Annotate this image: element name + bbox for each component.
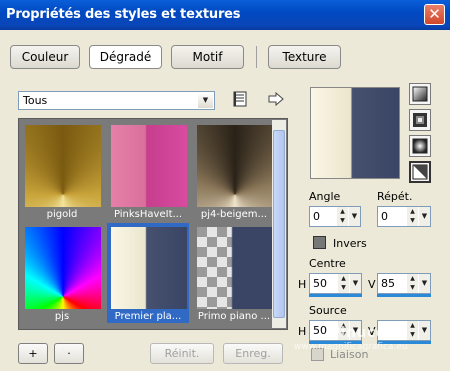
title-bar: Propriétés des styles et textures ✕ — [0, 0, 450, 30]
add-gradient-button[interactable]: + — [18, 343, 48, 364]
gradient-thumbnail — [111, 227, 187, 309]
gradient-thumbnail — [197, 227, 273, 309]
gradient-gallery: pigold PinksHaveIt... pj4-beigem... pjs … — [18, 118, 288, 330]
watermark-url: www.magnificagrafica.eu — [294, 342, 408, 352]
source-h-value: 50 — [313, 324, 327, 337]
gradient-thumbnail — [197, 125, 273, 207]
source-h-label: H — [298, 325, 307, 338]
close-icon: ✕ — [428, 5, 441, 23]
invert-checkbox[interactable] — [313, 236, 326, 249]
gradient-name: Premier pla... — [114, 311, 182, 322]
styles-dialog: Propriétés des styles et textures ✕ Coul… — [0, 0, 450, 371]
style-rectangular-button[interactable] — [409, 109, 431, 131]
source-label: Source — [309, 304, 347, 317]
close-button[interactable]: ✕ — [424, 4, 445, 25]
repeat-label: Répét. — [377, 190, 413, 203]
angle-spinbox[interactable]: 0 ▲ ▼ ▼ — [309, 206, 361, 227]
invert-label: Invers — [333, 237, 367, 250]
category-dropdown[interactable]: Tous ▼ — [18, 91, 215, 110]
chevron-down-icon[interactable]: ▼ — [419, 207, 430, 226]
chevron-down-icon[interactable]: ▼ — [349, 207, 360, 226]
gradient-item-pj4-beigem[interactable]: pj4-beigem... — [193, 121, 275, 221]
spin-arrows-icon[interactable]: ▲ ▼ — [407, 321, 418, 340]
gradient-thumbnail — [25, 125, 101, 207]
category-value: Tous — [23, 94, 48, 107]
center-v-label: V — [368, 278, 376, 291]
angle-value: 0 — [313, 210, 320, 223]
tab-divider — [256, 46, 257, 68]
chevron-down-icon: ▼ — [198, 93, 213, 108]
window-title: Propriétés des styles et textures — [6, 7, 241, 22]
library-icon[interactable] — [233, 91, 247, 107]
style-linear-button[interactable] — [409, 83, 431, 105]
center-h-indicator — [309, 294, 362, 297]
gradient-preview[interactable] — [310, 87, 400, 179]
remove-gradient-button[interactable]: · — [54, 343, 84, 364]
gradient-item-pjs[interactable]: pjs — [21, 223, 103, 323]
style-radial-button[interactable] — [409, 161, 431, 183]
center-h-label: H — [298, 278, 307, 291]
repeat-spinbox[interactable]: 0 ▲ ▼ ▼ — [377, 206, 431, 227]
gradient-thumbnail — [25, 227, 101, 309]
chevron-down-icon[interactable]: ▼ — [350, 274, 361, 293]
spin-arrows-icon[interactable]: ▲ ▼ — [407, 274, 418, 293]
tab-couleur[interactable]: Couleur — [10, 45, 80, 69]
tab-degrade[interactable]: Dégradé — [89, 45, 162, 69]
gradient-rectangular-icon — [413, 113, 427, 127]
save-button[interactable]: Enreg. — [223, 343, 283, 364]
center-label: Centre — [309, 257, 346, 270]
scrollbar-thumb[interactable] — [273, 130, 285, 318]
style-sunburst-button[interactable] — [409, 135, 431, 157]
gallery-scrollbar[interactable] — [272, 120, 286, 328]
gradient-name: PinksHaveIt... — [113, 209, 183, 220]
gradient-item-pigold[interactable]: pigold — [21, 121, 103, 221]
gradient-name: pj4-beigem... — [200, 209, 268, 220]
center-v-indicator — [377, 294, 431, 297]
center-h-value: 50 — [313, 277, 327, 290]
center-h-spinbox[interactable]: 50 ▲ ▼ ▼ — [309, 273, 362, 294]
gradient-item-primo-piano[interactable]: Primo piano ... — [193, 223, 275, 323]
gradient-name: Primo piano ... — [197, 311, 271, 322]
reset-button[interactable]: Réinit. — [150, 343, 214, 364]
gradient-linear-icon — [412, 86, 428, 102]
gradient-name: pjs — [54, 311, 70, 322]
angle-label: Angle — [309, 190, 341, 203]
gradient-sunburst-icon — [412, 138, 428, 154]
spin-arrows-icon[interactable]: ▲ ▼ — [337, 207, 348, 226]
arrow-right-icon[interactable] — [268, 91, 284, 107]
center-v-value: 85 — [381, 277, 395, 290]
chevron-down-icon[interactable]: ▼ — [419, 321, 430, 340]
repeat-value: 0 — [381, 210, 388, 223]
center-v-spinbox[interactable]: 85 ▲ ▼ ▼ — [377, 273, 431, 294]
spin-arrows-icon[interactable]: ▲ ▼ — [338, 274, 349, 293]
spin-arrows-icon[interactable]: ▲ ▼ — [407, 207, 418, 226]
tab-texture[interactable]: Texture — [268, 45, 341, 69]
watermark-name: Pinuccia — [330, 325, 400, 341]
gradient-radial-icon — [412, 164, 428, 180]
gradient-name: pigold — [46, 209, 78, 220]
gradient-item-premier-plan[interactable]: Premier pla... — [107, 223, 189, 323]
chevron-down-icon[interactable]: ▼ — [419, 274, 430, 293]
gradient-thumbnail — [111, 125, 187, 207]
tab-motif[interactable]: Motif — [171, 45, 244, 69]
gradient-item-pinkshaveit[interactable]: PinksHaveIt... — [107, 121, 189, 221]
